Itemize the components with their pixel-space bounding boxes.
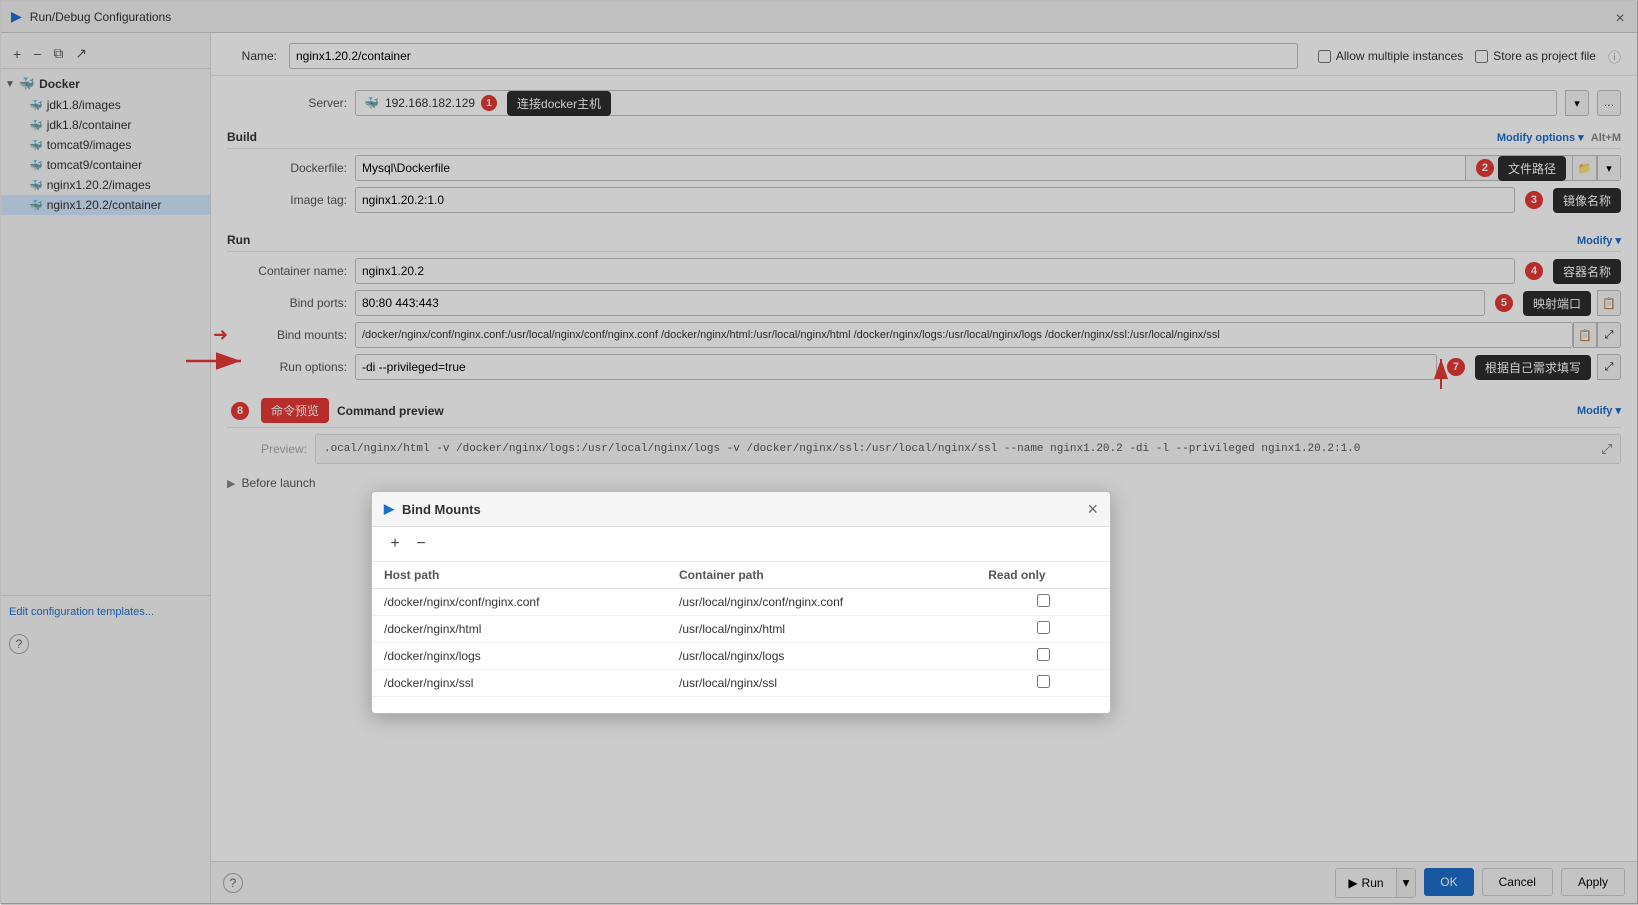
col-host-path: Host path [372,562,667,589]
col-read-only: Read only [976,562,1110,589]
host-path-cell: /docker/nginx/ssl [372,670,667,697]
modal-close-button[interactable]: × [1087,500,1098,518]
container-path-cell: /usr/local/nginx/ssl [667,670,976,697]
table-row: /docker/nginx/conf/nginx.conf /usr/local… [372,589,1110,616]
modal-header: ▶ Bind Mounts × [372,492,1110,527]
modal-title: ▶ Bind Mounts [384,501,481,517]
container-path-cell: /usr/local/nginx/conf/nginx.conf [667,589,976,616]
col-container-path: Container path [667,562,976,589]
read-only-checkbox[interactable] [1037,594,1050,607]
read-only-cell [976,643,1110,670]
read-only-checkbox[interactable] [1037,621,1050,634]
container-path-cell: /usr/local/nginx/html [667,616,976,643]
modal-add-button[interactable]: + [384,533,406,555]
host-path-cell: /docker/nginx/html [372,616,667,643]
bind-mounts-modal: ▶ Bind Mounts × + − Host path Container … [371,491,1111,714]
modal-table: Host path Container path Read only /dock… [372,562,1110,697]
read-only-checkbox[interactable] [1037,648,1050,661]
modal-table-wrap: Host path Container path Read only /dock… [372,562,1110,713]
modal-toolbar: + − [372,527,1110,562]
modal-remove-button[interactable]: − [410,533,432,555]
table-row: /docker/nginx/html /usr/local/nginx/html [372,616,1110,643]
read-only-cell [976,589,1110,616]
modal-overlay [1,1,1638,905]
read-only-checkbox[interactable] [1037,675,1050,688]
table-row: /docker/nginx/ssl /usr/local/nginx/ssl [372,670,1110,697]
table-row: /docker/nginx/logs /usr/local/nginx/logs [372,643,1110,670]
read-only-cell [976,616,1110,643]
modal-icon: ▶ [384,501,394,517]
host-path-cell: /docker/nginx/logs [372,643,667,670]
read-only-cell [976,670,1110,697]
host-path-cell: /docker/nginx/conf/nginx.conf [372,589,667,616]
container-path-cell: /usr/local/nginx/logs [667,643,976,670]
modal-title-text: Bind Mounts [402,502,481,517]
